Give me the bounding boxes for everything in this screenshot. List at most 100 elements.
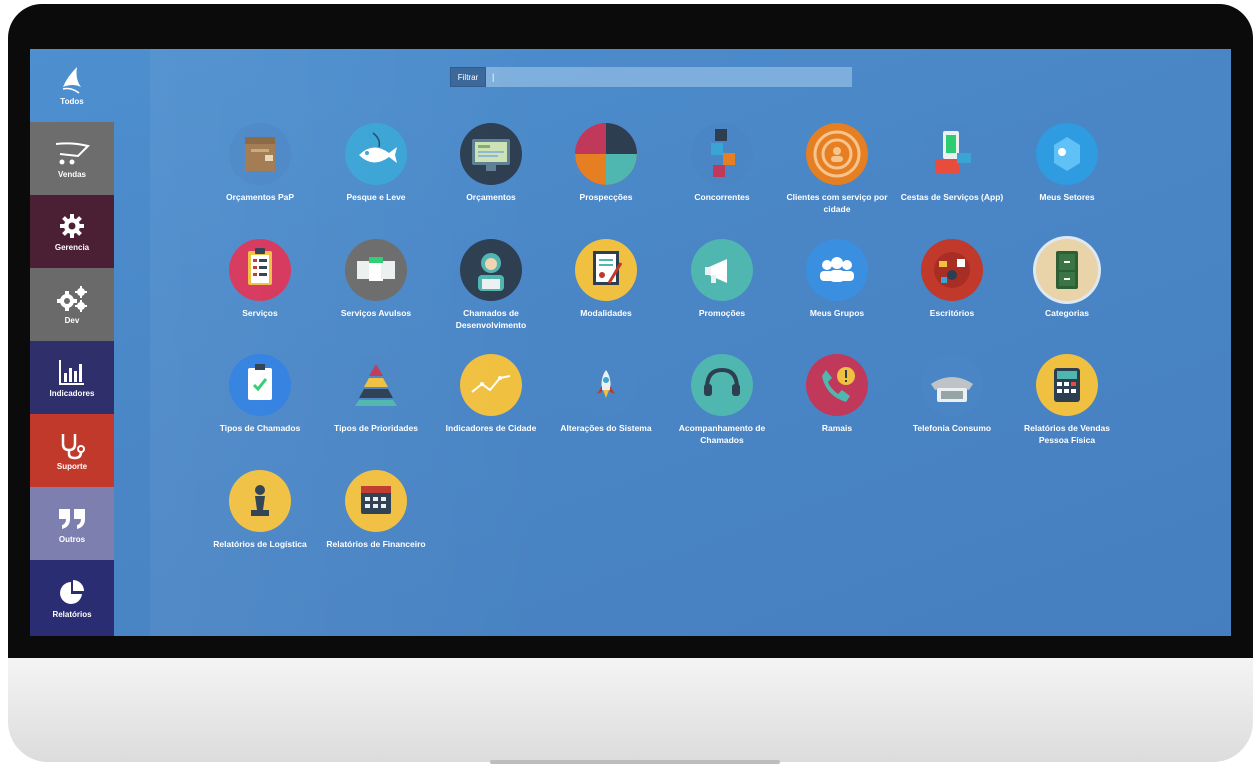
app-label: Acompanhamento de Chamados: [678, 423, 766, 445]
app-tile[interactable]: Alterações do Sistema: [551, 354, 661, 434]
app-tile[interactable]: Relatórios de Vendas Pessoa Física: [1012, 354, 1122, 446]
app-label: Promoções: [698, 308, 746, 318]
app-tile[interactable]: Relatórios de Financeiro: [321, 470, 431, 550]
app-tile[interactable]: Escritórios: [897, 239, 1007, 319]
fish-icon: [345, 123, 407, 185]
sidebar-item-label: Vendas: [57, 170, 86, 179]
filter-button[interactable]: Filtrar: [450, 67, 486, 87]
app-tile[interactable]: Meus Grupos: [782, 239, 892, 319]
app-tile[interactable]: Cestas de Serviços (App): [897, 123, 1007, 203]
pie-quad-icon: [575, 123, 637, 185]
box-icon: [229, 123, 291, 185]
app-tile[interactable]: Serviços Avulsos: [321, 239, 431, 319]
app-label: Relatórios de Logística: [213, 539, 307, 549]
app-label: Serviços: [242, 308, 278, 318]
app-label: Meus Setores: [1039, 192, 1095, 202]
chess-pawn-icon: [229, 470, 291, 532]
app-tile[interactable]: Meus Setores: [1012, 123, 1122, 203]
app-label: Relatórios de Financeiro: [326, 539, 426, 549]
pie-chart-icon: [57, 578, 87, 608]
app-label: Modalidades: [580, 308, 632, 318]
monitor-icon: [460, 123, 522, 185]
app-label: Cestas de Serviços (App): [900, 192, 1004, 202]
sidebar-item-label: Dev: [64, 316, 80, 325]
app-tile[interactable]: Promoções: [667, 239, 777, 319]
sectors-icon: [1036, 123, 1098, 185]
app-tile[interactable]: Tipos de Chamados: [205, 354, 315, 434]
squares-icon: [345, 239, 407, 301]
sidebar-item-outros[interactable]: Outros: [30, 487, 114, 560]
app-tile[interactable]: Indicadores de Cidade: [436, 354, 546, 434]
sidebar-item-label: Outros: [58, 535, 86, 544]
sidebar-item-indicadores[interactable]: Indicadores: [30, 341, 114, 414]
sidebar-item-relatrios[interactable]: Relatórios: [30, 560, 114, 636]
line-chart-icon: [460, 354, 522, 416]
app-label: Tipos de Chamados: [219, 423, 301, 433]
sidebar-item-label: Gerencia: [54, 243, 90, 252]
quote-icon: [56, 503, 88, 533]
app-tile[interactable]: Clientes com serviço por cidade: [782, 123, 892, 215]
app-label: Telefonia Consumo: [912, 423, 992, 433]
rocket-icon: [575, 354, 637, 416]
app-tile[interactable]: Serviços: [205, 239, 315, 319]
app-label: Categorias: [1045, 308, 1089, 318]
filter-bar: Filtrar: [450, 67, 852, 87]
megaphone-icon: [691, 239, 753, 301]
sidebar-item-dev[interactable]: Dev: [30, 268, 114, 341]
sidebar-item-label: Relatórios: [52, 609, 92, 619]
app-tile[interactable]: Acompanhamento de Chamados: [667, 354, 777, 446]
app-tile[interactable]: Orçamentos PaP: [205, 123, 315, 203]
sidebar-item-vendas[interactable]: Vendas: [30, 122, 114, 195]
phone-alert-icon: [806, 354, 868, 416]
blocks-icon: [691, 123, 753, 185]
app-label: Chamados de Desenvolvimento: [455, 308, 527, 330]
app-label: Concorrentes: [694, 192, 750, 202]
developer-icon: [460, 239, 522, 301]
app-label: Indicadores de Cidade: [445, 423, 537, 433]
checklist-icon: [229, 354, 291, 416]
stethoscope-icon: [57, 430, 87, 460]
screen: Todos Vendas Gerencia Dev Indicadores Suporte…: [30, 49, 1231, 636]
app-label: Prospecções: [579, 192, 633, 202]
telephone-icon: [921, 354, 983, 416]
app-tile[interactable]: Chamados de Desenvolvimento: [436, 239, 546, 331]
customers-circle-icon: [806, 123, 868, 185]
app-tile[interactable]: Tipos de Prioridades: [321, 354, 431, 434]
office-icon: [921, 239, 983, 301]
app-tile[interactable]: Ramais: [782, 354, 892, 434]
headset-icon: [691, 354, 753, 416]
app-tile[interactable]: Categorias: [1012, 239, 1122, 319]
sidebar-item-gerencia[interactable]: Gerencia: [30, 195, 114, 268]
app-tile[interactable]: Modalidades: [551, 239, 661, 319]
app-tile[interactable]: Telefonia Consumo: [897, 354, 1007, 434]
app-tile[interactable]: Orçamentos: [436, 123, 546, 203]
app-tile[interactable]: Pesque e Leve: [321, 123, 431, 203]
phone-cart-icon: [921, 123, 983, 185]
calendar-icon: [345, 470, 407, 532]
app-label: Alterações do Sistema: [560, 423, 652, 433]
gears-icon: [54, 284, 90, 314]
clipboard-icon: [229, 239, 291, 301]
cart-icon: [52, 138, 92, 168]
app-label: Relatórios de Vendas Pessoa Física: [1024, 423, 1110, 445]
app-tile[interactable]: Relatórios de Logística: [205, 470, 315, 550]
group-icon: [806, 239, 868, 301]
app-label: Clientes com serviço por cidade: [786, 192, 888, 214]
app-tile[interactable]: Concorrentes: [667, 123, 777, 203]
sidebar-item-label: Indicadores: [49, 389, 95, 398]
bar-chart-icon: [57, 357, 87, 387]
logo-icon: [57, 65, 87, 95]
filter-input[interactable]: [486, 67, 852, 87]
document-pen-icon: [575, 239, 637, 301]
app-tile[interactable]: Prospecções: [551, 123, 661, 203]
cabinet-icon: [1036, 239, 1098, 301]
calculator-icon: [1036, 354, 1098, 416]
app-label: Tipos de Prioridades: [334, 423, 418, 433]
sidebar-item-suporte[interactable]: Suporte: [30, 414, 114, 487]
monitor-stand: [490, 760, 780, 764]
app-label: Orçamentos PaP: [225, 192, 295, 202]
sidebar: Todos Vendas Gerencia Dev Indicadores Suporte…: [30, 49, 114, 636]
pyramid-icon: [345, 354, 407, 416]
app-label: Orçamentos: [466, 192, 516, 202]
sidebar-item-todos[interactable]: Todos: [30, 49, 114, 122]
